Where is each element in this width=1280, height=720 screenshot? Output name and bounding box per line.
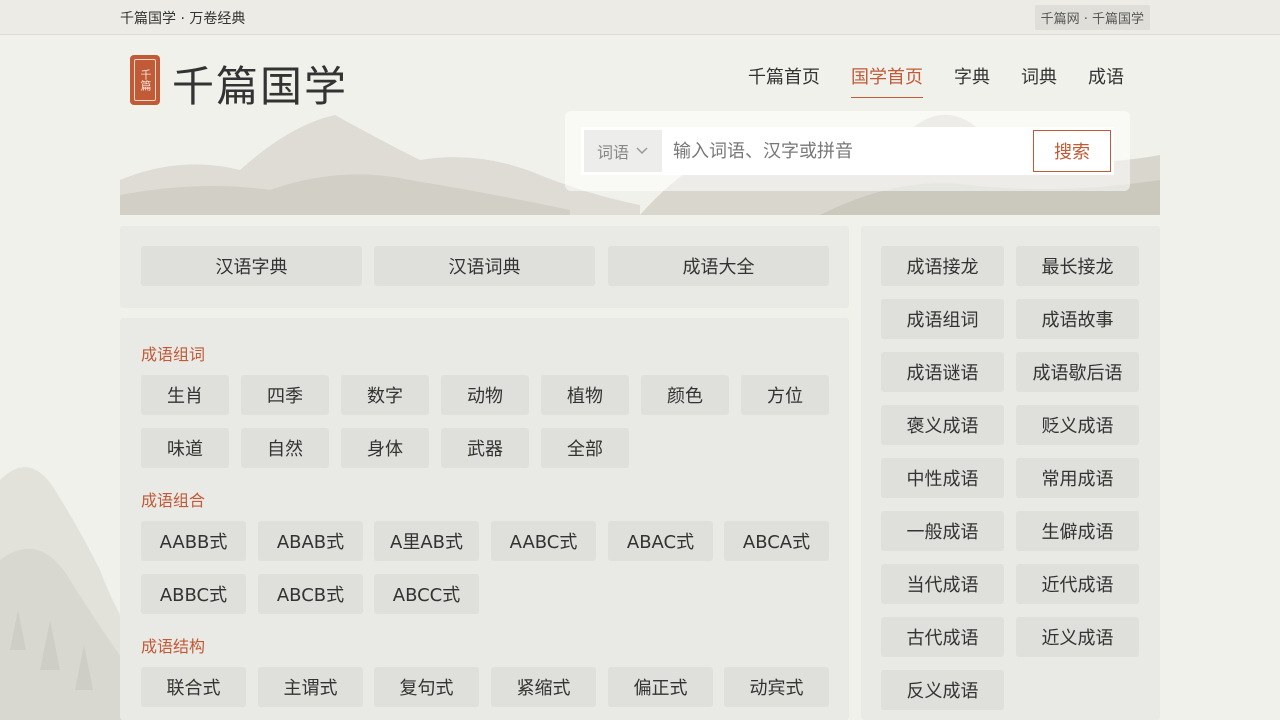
sidebar-item[interactable]: 生僻成语 xyxy=(1016,511,1139,551)
section-title-jiegou: 成语结构 xyxy=(141,637,206,656)
tag-item[interactable]: 植物 xyxy=(541,375,629,415)
site-network-link[interactable]: 千篇网 · 千篇国学 xyxy=(1034,5,1150,30)
logo-seal-text: 千篇 xyxy=(134,59,156,101)
tag-item[interactable]: ABCC式 xyxy=(374,574,479,614)
tag-item[interactable]: 身体 xyxy=(341,428,429,468)
quick-link-chengyu[interactable]: 成语大全 xyxy=(608,246,829,286)
tag-item[interactable]: 全部 xyxy=(541,428,629,468)
search-button[interactable]: 搜索 xyxy=(1033,130,1111,172)
quick-links-panel: 汉语字典 汉语词典 成语大全 xyxy=(120,226,849,308)
sidebar-item[interactable]: 中性成语 xyxy=(881,458,1004,498)
category-panel: 成语组词 生肖 四季 数字 动物 植物 颜色 方位 味道 自然 身体 武器 全部… xyxy=(120,318,849,720)
site-slogan: 千篇国学 · 万卷经典 xyxy=(120,11,246,27)
idiom-sidebar: 成语接龙 最长接龙 成语组词 成语故事 成语谜语 成语歇后语 褒义成语 贬义成语… xyxy=(861,226,1160,720)
tag-item[interactable]: 颜色 xyxy=(641,375,729,415)
nav-qianpian-home[interactable]: 千篇首页 xyxy=(748,63,820,98)
sidebar-item[interactable]: 贬义成语 xyxy=(1016,405,1139,445)
tag-item[interactable]: 联合式 xyxy=(141,667,246,707)
sidebar-item[interactable]: 成语歇后语 xyxy=(1016,352,1139,392)
side-landscape-decoration xyxy=(0,467,130,720)
sidebar-item[interactable]: 近义成语 xyxy=(1016,617,1139,657)
sidebar-item[interactable]: 成语故事 xyxy=(1016,299,1139,339)
tag-item[interactable]: 武器 xyxy=(441,428,529,468)
tag-item[interactable]: ABBC式 xyxy=(141,574,246,614)
tag-item[interactable]: 四季 xyxy=(241,375,329,415)
sidebar-item[interactable]: 常用成语 xyxy=(1016,458,1139,498)
tag-item[interactable]: 动物 xyxy=(441,375,529,415)
tag-item[interactable]: 动宾式 xyxy=(724,667,829,707)
search-input[interactable] xyxy=(673,133,1023,169)
top-bar: 千篇国学 · 万卷经典 千篇网 · 千篇国学 xyxy=(0,0,1280,35)
sidebar-item[interactable]: 成语接龙 xyxy=(881,246,1004,286)
sidebar-item[interactable]: 一般成语 xyxy=(881,511,1004,551)
tag-item[interactable]: 方位 xyxy=(741,375,829,415)
tag-item[interactable]: 主谓式 xyxy=(258,667,363,707)
section-title-zuhe: 成语组合 xyxy=(141,491,206,510)
tag-item[interactable]: AABC式 xyxy=(491,521,596,561)
quick-link-cidian[interactable]: 汉语词典 xyxy=(374,246,595,286)
sidebar-item[interactable]: 成语谜语 xyxy=(881,352,1004,392)
tag-item[interactable]: ABCA式 xyxy=(724,521,829,561)
tag-item[interactable]: A里AB式 xyxy=(374,521,479,561)
tag-item[interactable]: AABB式 xyxy=(141,521,246,561)
tag-item[interactable]: 紧缩式 xyxy=(491,667,596,707)
nav-chengyu[interactable]: 成语 xyxy=(1088,63,1124,98)
tag-item[interactable]: 数字 xyxy=(341,375,429,415)
tag-item[interactable]: 自然 xyxy=(241,428,329,468)
tag-item[interactable]: 生肖 xyxy=(141,375,229,415)
sidebar-item[interactable]: 成语组词 xyxy=(881,299,1004,339)
chevron-down-icon xyxy=(636,147,648,155)
site-header: 千篇 千篇国学 千篇首页 国学首页 字典 词典 成语 词语 搜索 xyxy=(120,35,1160,215)
tag-item[interactable]: 味道 xyxy=(141,428,229,468)
logo-seal[interactable]: 千篇 xyxy=(130,55,160,105)
tag-item[interactable]: ABAB式 xyxy=(258,521,363,561)
tag-item[interactable]: ABAC式 xyxy=(608,521,713,561)
site-logo-title[interactable]: 千篇国学 xyxy=(172,53,348,114)
search-field: 词语 搜索 xyxy=(581,127,1114,175)
section-title-zuci: 成语组词 xyxy=(141,345,206,364)
sidebar-item[interactable]: 近代成语 xyxy=(1016,564,1139,604)
nav-zidian[interactable]: 字典 xyxy=(954,63,990,98)
tag-item[interactable]: 偏正式 xyxy=(608,667,713,707)
sidebar-item[interactable]: 反义成语 xyxy=(881,670,1004,710)
search-panel: 词语 搜索 xyxy=(565,111,1130,191)
nav-guoxue-home[interactable]: 国学首页 xyxy=(851,63,923,98)
sidebar-item[interactable]: 古代成语 xyxy=(881,617,1004,657)
main-nav: 千篇首页 国学首页 字典 词典 成语 xyxy=(748,63,1155,98)
nav-cidian[interactable]: 词典 xyxy=(1021,63,1057,98)
search-type-select[interactable]: 词语 xyxy=(584,130,662,172)
tag-item[interactable]: ABCB式 xyxy=(258,574,363,614)
sidebar-item[interactable]: 最长接龙 xyxy=(1016,246,1139,286)
search-type-value: 词语 xyxy=(596,143,629,162)
sidebar-item[interactable]: 当代成语 xyxy=(881,564,1004,604)
sidebar-item[interactable]: 褒义成语 xyxy=(881,405,1004,445)
quick-link-zidian[interactable]: 汉语字典 xyxy=(141,246,362,286)
tag-item[interactable]: 复句式 xyxy=(374,667,479,707)
